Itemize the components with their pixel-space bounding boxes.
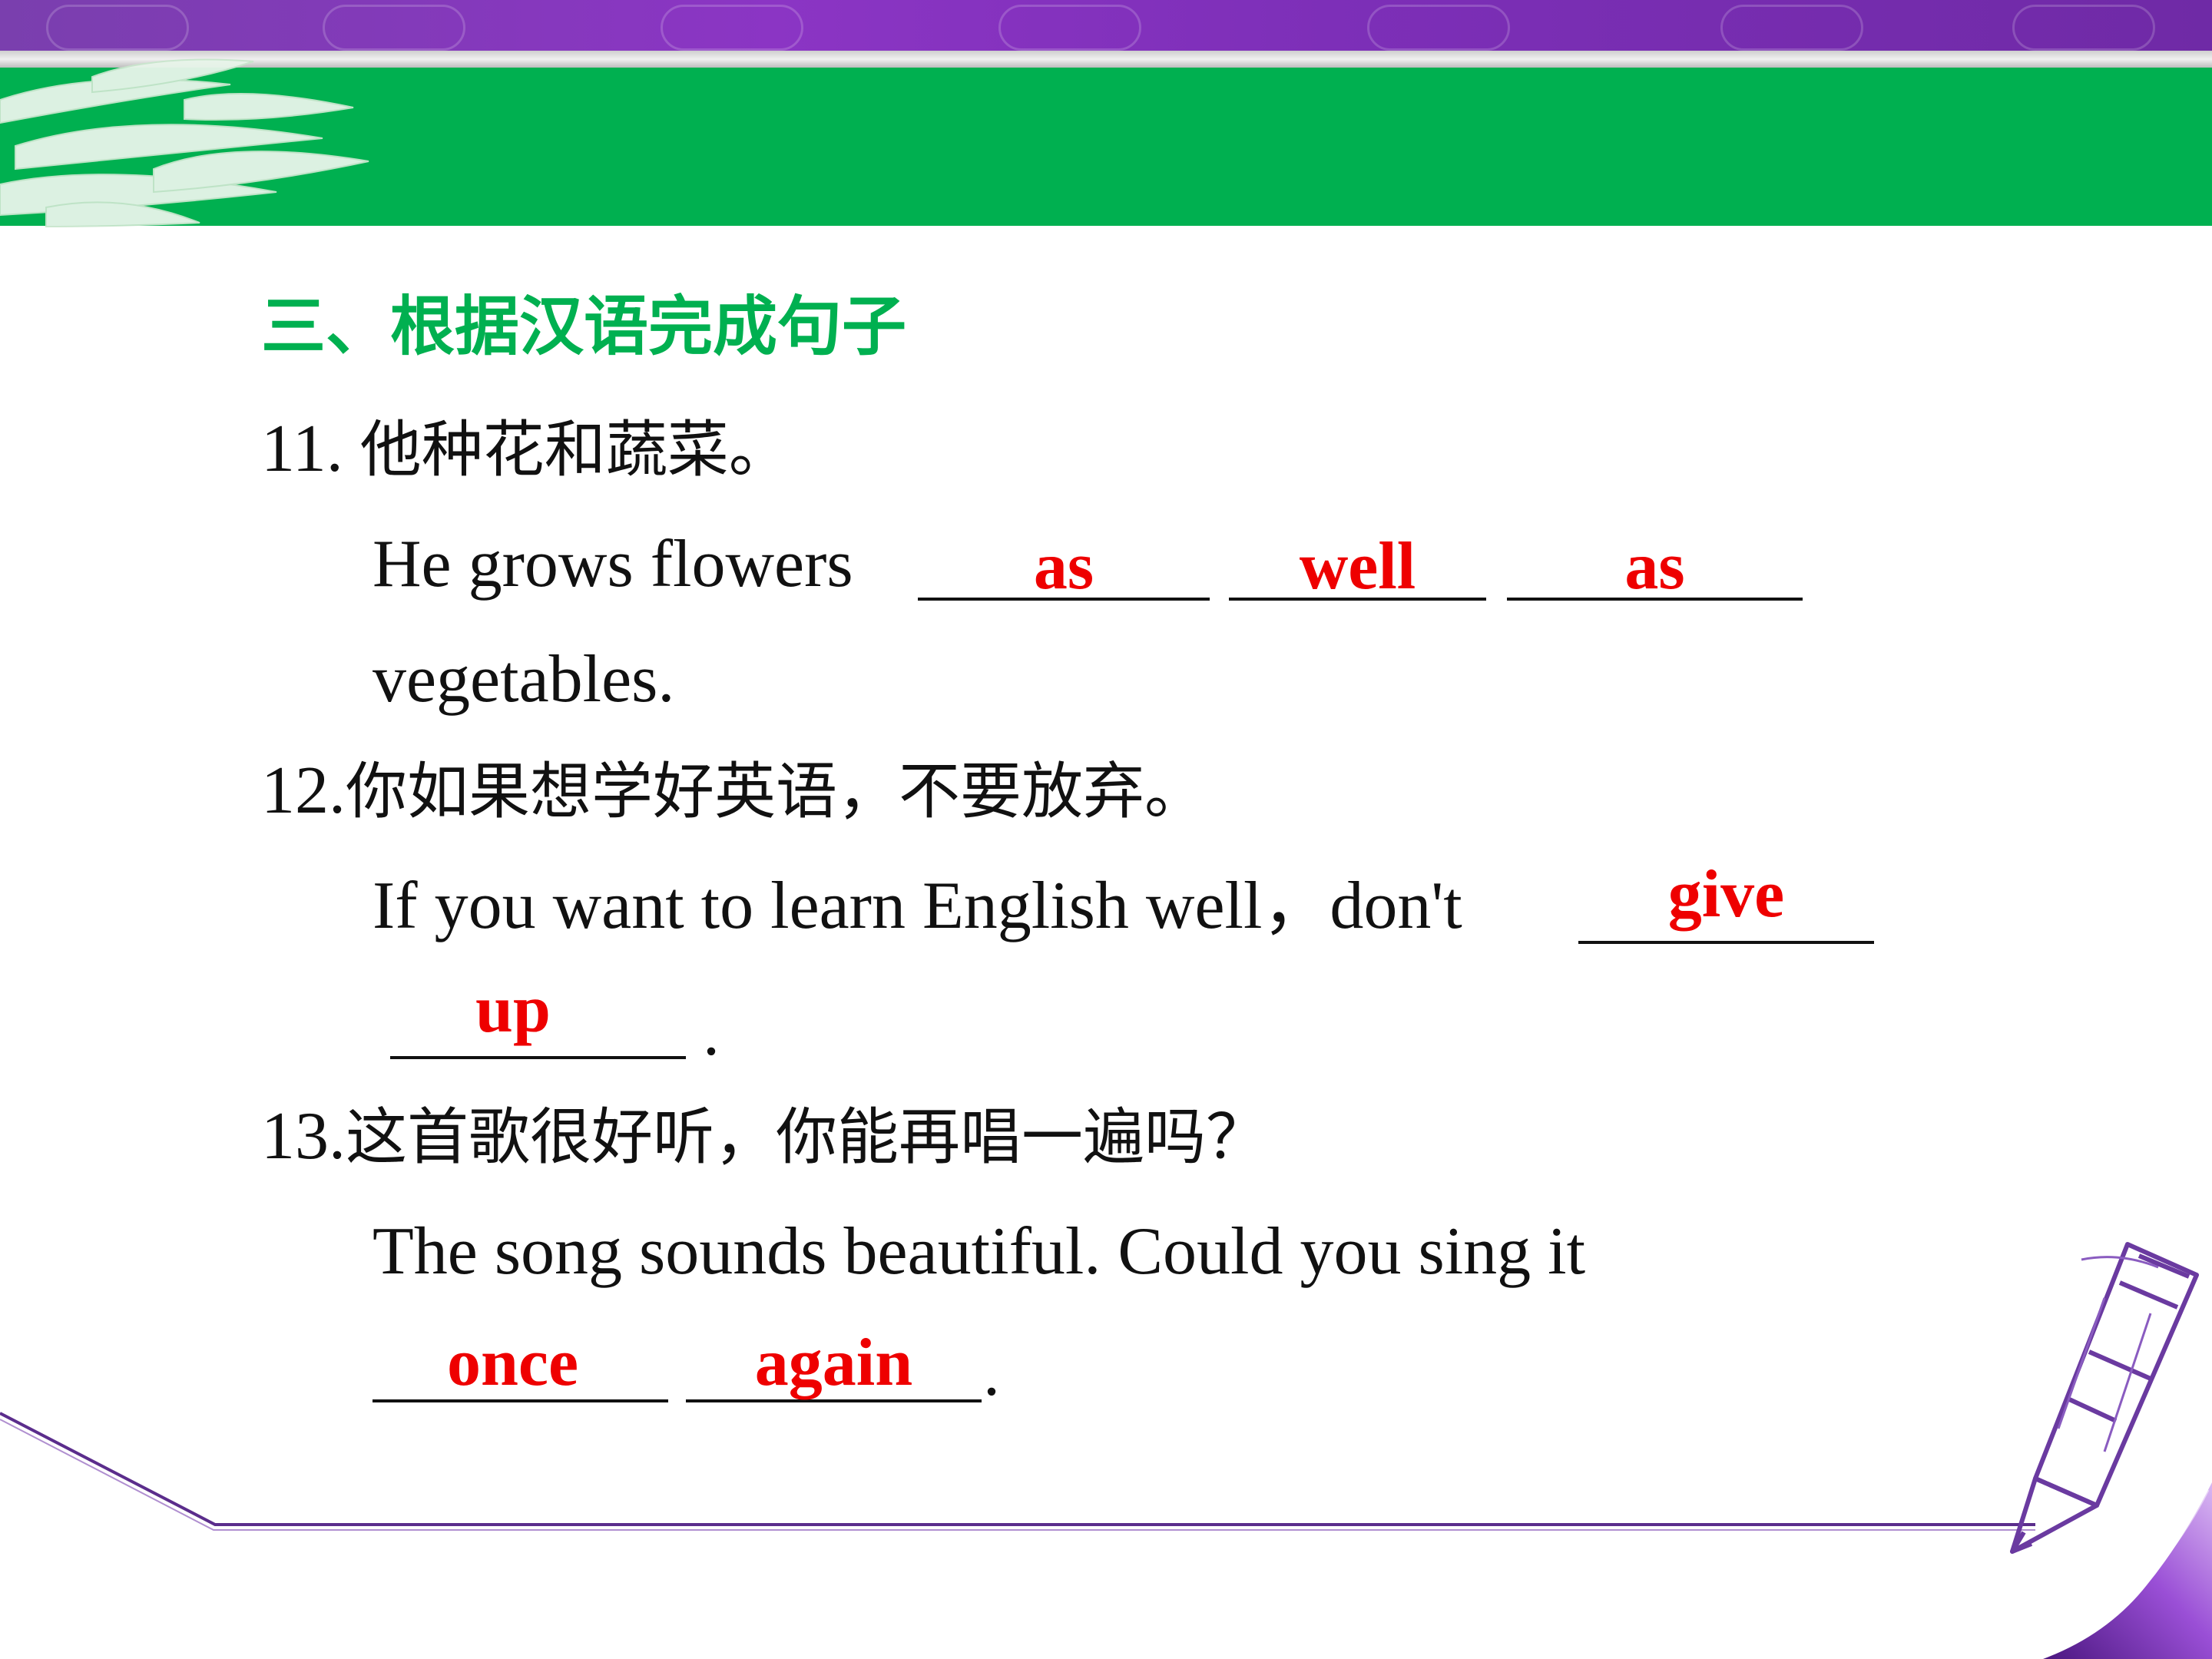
answer-11-2: well xyxy=(1299,529,1416,604)
question-number: 11. xyxy=(261,412,343,486)
answer-11-1: as xyxy=(1033,529,1094,604)
sentence-end: . xyxy=(703,995,720,1070)
question-12-english: If you want to learn English well，don't xyxy=(373,869,1462,943)
blank-line xyxy=(1578,941,1874,944)
slide: 三、根据汉语完成句子 11. 他种花和蔬菜。 He grows flowers … xyxy=(0,0,2212,1659)
blank-line xyxy=(390,1056,686,1059)
section-title: 三、根据汉语完成句子 xyxy=(261,289,907,364)
question-number: 13. xyxy=(261,1099,346,1174)
question-11: 11. 他种花和蔬菜。 xyxy=(261,407,790,492)
page-curl-icon xyxy=(2043,1482,2212,1659)
question-13: 13.这首歌很好听，你能再唱一遍吗？ xyxy=(261,1094,1267,1180)
bamboo-leaves-icon xyxy=(0,58,369,228)
answer-12-2: up xyxy=(475,972,551,1047)
question-13-english: The song sounds beautiful. Could you sin… xyxy=(373,1214,1586,1289)
question-chinese: 你如果想学好英语，不要放弃。 xyxy=(346,756,1206,827)
question-11-english: He grows flowers xyxy=(373,527,853,601)
question-chinese: 这首歌很好听，你能再唱一遍吗？ xyxy=(346,1101,1267,1173)
answer-11-3: as xyxy=(1624,529,1685,604)
question-12: 12.你如果想学好英语，不要放弃。 xyxy=(261,749,1206,834)
footer-line xyxy=(0,1412,2035,1531)
question-11-english-cont: vegetables. xyxy=(373,642,675,717)
answer-12-1: give xyxy=(1667,857,1785,932)
question-number: 12. xyxy=(261,753,346,828)
question-chinese: 他种花和蔬菜。 xyxy=(359,414,790,485)
header-purple-band xyxy=(0,0,2212,51)
